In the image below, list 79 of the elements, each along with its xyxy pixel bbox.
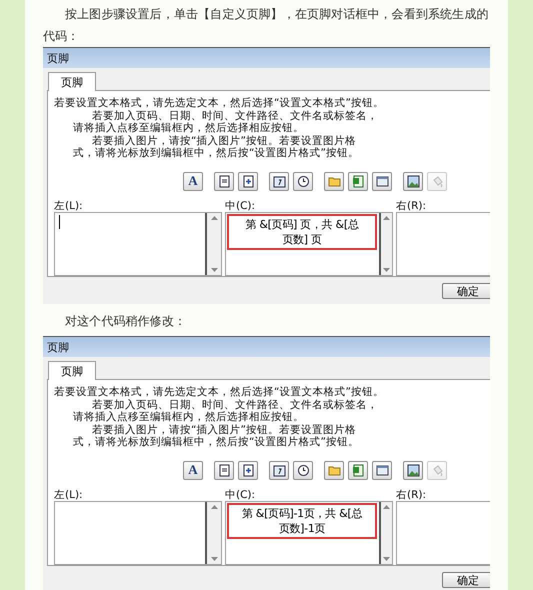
folder-button[interactable]	[324, 172, 344, 191]
window-icon	[376, 174, 388, 188]
scroll-up-icon[interactable]	[210, 216, 218, 220]
clock-icon	[296, 464, 310, 477]
field-value: 第 &[页码]-1页，共 &[总 页数]-1页	[227, 502, 377, 539]
field-value: 第 &[页码] 页，共 &[总 页数] 页	[227, 214, 377, 250]
picture-icon	[406, 174, 420, 188]
pages-button[interactable]	[238, 172, 258, 191]
instruction-text: 若要设置文本格式，请先选定文本，然后选择“设置文本格式”按钮。	[54, 386, 385, 399]
scrollbar[interactable]	[205, 502, 221, 564]
picture-button[interactable]	[403, 460, 423, 480]
font-button[interactable]: A	[183, 172, 203, 191]
instruction-text: 若要插入图片，请按“插入图片”按钮。若要设置图片格	[91, 424, 357, 436]
section-field[interactable]	[54, 500, 222, 565]
picture-button[interactable]	[403, 172, 423, 191]
ok-button[interactable]: 确定	[442, 572, 490, 588]
window-icon	[376, 464, 388, 477]
file-button[interactable]	[348, 172, 368, 191]
sheet-button[interactable]	[372, 460, 392, 480]
paint-bucket-icon	[430, 174, 444, 188]
pages-icon	[242, 464, 254, 477]
tab[interactable]: 页脚	[48, 361, 96, 380]
section-label: 左(L):	[54, 198, 84, 212]
time-button[interactable]	[293, 172, 313, 191]
scroll-down-icon[interactable]	[210, 268, 218, 272]
article-paragraph: 对这个代码稍作修改：	[64, 313, 187, 330]
scrollbar[interactable]	[379, 212, 392, 275]
tab[interactable]: 页脚	[48, 72, 96, 91]
dialog-title: 页脚	[43, 337, 490, 357]
font-button[interactable]: A	[183, 460, 203, 480]
instruction-text: 请将插入点移至编辑框内，然后选择相应按钮。	[72, 122, 305, 135]
section-field[interactable]	[54, 212, 222, 276]
pages-button[interactable]	[238, 460, 258, 480]
section-label: 中(C):	[225, 198, 256, 212]
section-label: 右(R):	[396, 198, 428, 212]
scroll-up-icon[interactable]	[210, 504, 218, 509]
scroll-down-icon[interactable]	[210, 556, 218, 561]
calendar-icon	[272, 174, 286, 188]
clock-icon	[296, 174, 310, 188]
scroll-up-icon[interactable]	[383, 504, 390, 509]
sheet-button[interactable]	[372, 172, 392, 191]
page-button[interactable]	[214, 460, 234, 480]
instruction-text: 若要设置文本格式，请先选定文本，然后选择“设置文本格式”按钮。	[54, 97, 385, 110]
folder-icon	[328, 174, 340, 188]
scroll-down-icon[interactable]	[383, 268, 390, 272]
file-button[interactable]	[348, 460, 368, 480]
section-label: 中(C):	[225, 488, 256, 501]
section-field[interactable]: 第 &[页码] 页，共 &[总 页数] 页	[225, 212, 393, 276]
section-label: 右(R):	[396, 488, 428, 501]
date-button[interactable]	[269, 460, 289, 480]
instruction-text: 请将插入点移至编辑框内，然后选择相应按钮。	[72, 411, 305, 424]
text-caret	[59, 214, 60, 229]
picture-icon	[406, 464, 420, 477]
scroll-up-icon[interactable]	[383, 216, 390, 220]
folder-icon	[328, 464, 340, 477]
calendar-icon	[272, 464, 286, 477]
pages-icon	[242, 174, 254, 188]
scrollbar[interactable]	[205, 212, 221, 275]
dialog-title: 页脚	[43, 48, 490, 68]
paint-bucket-icon	[430, 464, 444, 477]
time-button[interactable]	[293, 460, 313, 480]
folder-button[interactable]	[324, 460, 344, 480]
section-field[interactable]: 第 &[页码]-1页，共 &[总 页数]-1页	[225, 500, 393, 565]
instruction-text: 若要加入页码、日期、时间、文件路径、文件名或标签名，	[91, 398, 379, 411]
section-label: 左(L):	[54, 488, 84, 501]
scroll-down-icon[interactable]	[383, 556, 390, 561]
date-button[interactable]	[269, 172, 289, 191]
instruction-text: 若要插入图片，请按“插入图片”按钮。若要设置图片格	[91, 134, 357, 147]
page-icon	[218, 174, 230, 188]
article-paragraph: 按上图步骤设置后，单击【自定义页脚】，在页脚对话框中，会看到系统生成的代码：	[43, 6, 490, 45]
scrollbar[interactable]	[379, 502, 392, 564]
instruction-text: 式，请将光标放到编辑框中，然后按“设置图片格式”按钮。	[72, 436, 360, 449]
page-icon	[218, 464, 230, 477]
page-button[interactable]	[214, 172, 234, 191]
instruction-text: 式，请将光标放到编辑框中，然后按“设置图片格式”按钮。	[72, 147, 360, 160]
instruction-text: 若要加入页码、日期、时间、文件路径、文件名或标签名，	[91, 110, 379, 122]
spreadsheet-icon	[352, 464, 364, 477]
spreadsheet-icon	[352, 174, 364, 188]
ok-button[interactable]: 确定	[442, 283, 490, 299]
